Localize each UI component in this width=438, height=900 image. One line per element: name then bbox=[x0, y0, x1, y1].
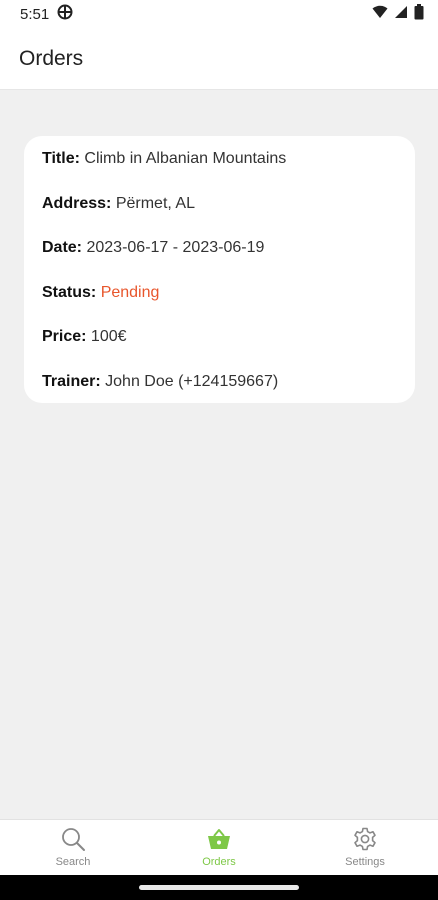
order-trainer-value: John Doe (+124159667) bbox=[105, 372, 279, 390]
order-address-value: Përmet, AL bbox=[115, 194, 195, 212]
search-icon bbox=[60, 826, 86, 852]
order-title-label: Title: bbox=[42, 150, 80, 167]
order-trainer-row: Trainer: John Doe (+124159667) bbox=[42, 372, 397, 392]
wifi-icon bbox=[372, 5, 388, 23]
order-price-value: 100€ bbox=[90, 328, 127, 346]
order-card[interactable]: Title: Climb in Albanian Mountains Addre… bbox=[24, 136, 415, 403]
bottom-nav: Search Orders Settings bbox=[0, 819, 438, 875]
status-bar: 5:51 bbox=[0, 0, 438, 28]
order-status-row: Status: Pending bbox=[42, 283, 397, 303]
order-trainer-label: Trainer: bbox=[42, 372, 101, 390]
system-nav-bar bbox=[0, 875, 438, 900]
nav-item-search[interactable]: Search bbox=[0, 820, 146, 875]
order-title-row: Title: Climb in Albanian Mountains bbox=[42, 149, 397, 169]
nav-item-orders[interactable]: Orders bbox=[146, 820, 292, 875]
gear-icon bbox=[352, 826, 378, 852]
order-address-label: Address: bbox=[42, 194, 112, 212]
order-date-value: 2023-06-17 - 2023-06-19 bbox=[86, 239, 265, 257]
nav-label-settings: Settings bbox=[345, 856, 385, 868]
battery-icon bbox=[414, 4, 424, 24]
home-gesture-handle[interactable] bbox=[139, 885, 299, 890]
signal-icon bbox=[394, 5, 408, 23]
nav-item-settings[interactable]: Settings bbox=[292, 820, 438, 875]
nav-label-search: Search bbox=[55, 856, 91, 868]
order-address-row: Address: Përmet, AL bbox=[42, 194, 397, 214]
order-date-row: Date: 2023-06-17 - 2023-06-19 bbox=[42, 238, 397, 258]
nav-label-orders: Orders bbox=[202, 856, 236, 868]
order-status-value: Pending bbox=[100, 283, 160, 301]
status-time: 5:51 bbox=[20, 5, 50, 23]
order-date-label: Date: bbox=[42, 239, 83, 257]
basket-icon bbox=[206, 826, 232, 852]
orders-list: Title: Climb in Albanian Mountains Addre… bbox=[0, 90, 438, 819]
order-price-label: Price: bbox=[42, 328, 87, 346]
order-price-row: Price: 100€ bbox=[42, 327, 397, 347]
order-status-label: Status: bbox=[42, 283, 97, 301]
app-header: Orders bbox=[0, 28, 438, 90]
vpn-icon bbox=[57, 4, 73, 24]
order-title-value: Climb in Albanian Mountains bbox=[84, 150, 287, 167]
page-title: Orders bbox=[19, 46, 84, 70]
